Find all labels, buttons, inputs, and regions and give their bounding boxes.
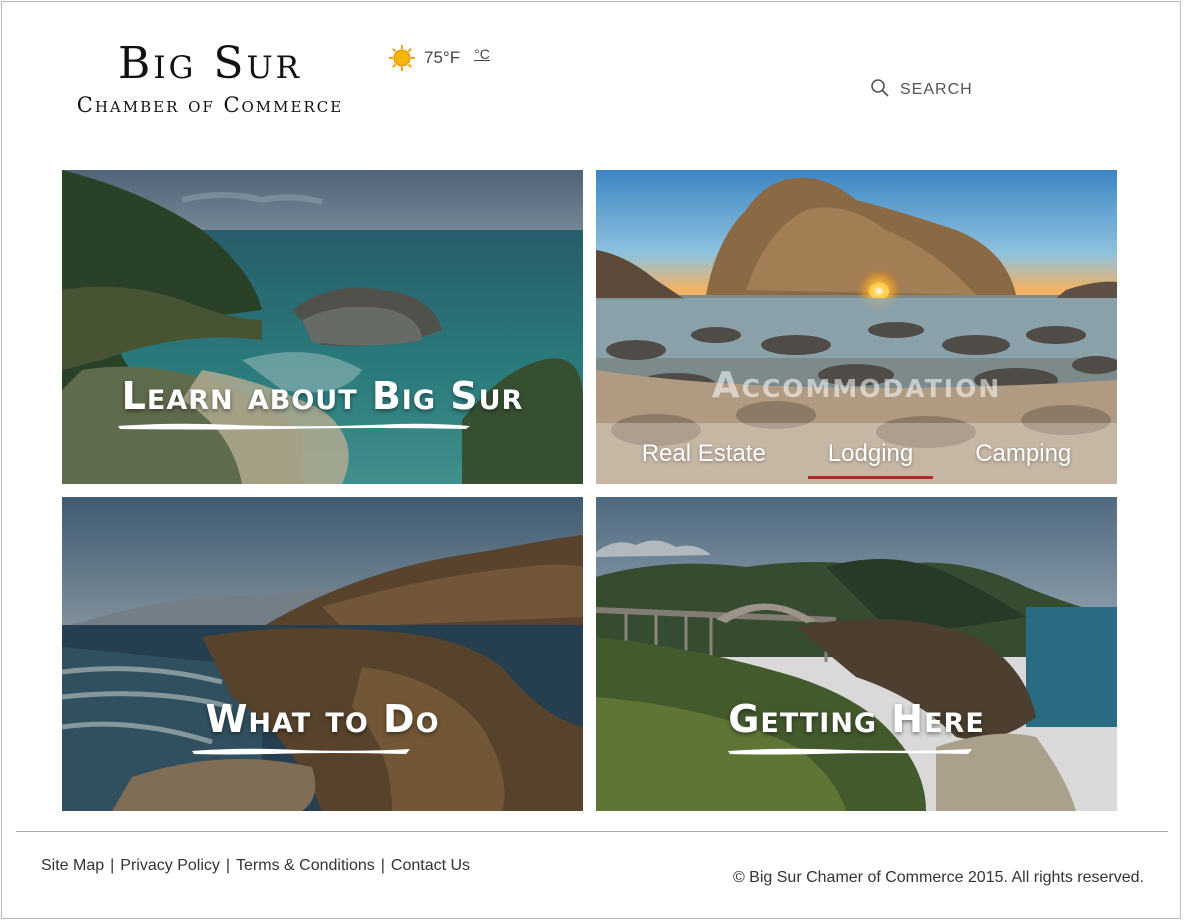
brush-underline — [190, 746, 412, 755]
footer-link-privacy-policy[interactable]: Privacy Policy — [120, 857, 220, 875]
sun-icon — [388, 44, 416, 72]
subnav-real-estate[interactable]: Real Estate — [628, 440, 780, 468]
tile-what-to-do[interactable]: What to Do — [62, 497, 583, 811]
tile-title-accommodation: Accommodation — [711, 365, 1002, 406]
separator: | — [225, 857, 231, 874]
tile-title-getting-here: Getting Here — [728, 697, 985, 741]
tile-getting-here[interactable]: Getting Here — [596, 497, 1117, 811]
separator: | — [110, 857, 115, 874]
coastal-cliffs-image — [62, 497, 583, 811]
site-logo[interactable]: Big Sur Chamber of Commerce — [40, 40, 380, 118]
footer-link-contact-us[interactable]: Contact Us — [391, 857, 470, 875]
tile-title-learn: Learn about Big Sur — [121, 374, 524, 418]
brush-underline — [116, 421, 472, 430]
search-icon — [870, 78, 890, 102]
brush-underline — [726, 746, 974, 755]
weather-widget: 75°F °C — [388, 44, 490, 72]
tile-title-what-to-do: What to Do — [205, 697, 440, 741]
footer-links: Site Map | Privacy Policy | Terms & Cond… — [41, 857, 470, 875]
tile-learn-about[interactable]: Learn about Big Sur — [62, 170, 583, 484]
tile-accommodation[interactable]: Accommodation Real Estate Lodging Campin… — [596, 170, 1117, 484]
logo-subtitle: Chamber of Commerce — [76, 93, 344, 117]
subnav-camping[interactable]: Camping — [961, 440, 1085, 468]
separator: | — [380, 857, 385, 874]
search-button[interactable]: SEARCH — [870, 78, 973, 102]
celsius-toggle[interactable]: °C — [474, 46, 490, 62]
bixby-bridge-image — [596, 497, 1117, 811]
footer-link-terms[interactable]: Terms & Conditions — [236, 857, 375, 875]
footer-link-site-map[interactable]: Site Map — [41, 857, 104, 875]
subnav-lodging[interactable]: Lodging — [807, 440, 934, 479]
accommodation-subnav: Real Estate Lodging Camping — [596, 423, 1117, 484]
logo-title: Big Sur — [118, 38, 302, 89]
footer-divider — [16, 831, 1168, 832]
temperature-value: 75°F — [424, 48, 461, 67]
coast-waterfall-image — [62, 170, 583, 484]
copyright-text: © Big Sur Chamer of Commerce 2015. All r… — [732, 869, 1144, 886]
search-label: SEARCH — [900, 81, 973, 98]
